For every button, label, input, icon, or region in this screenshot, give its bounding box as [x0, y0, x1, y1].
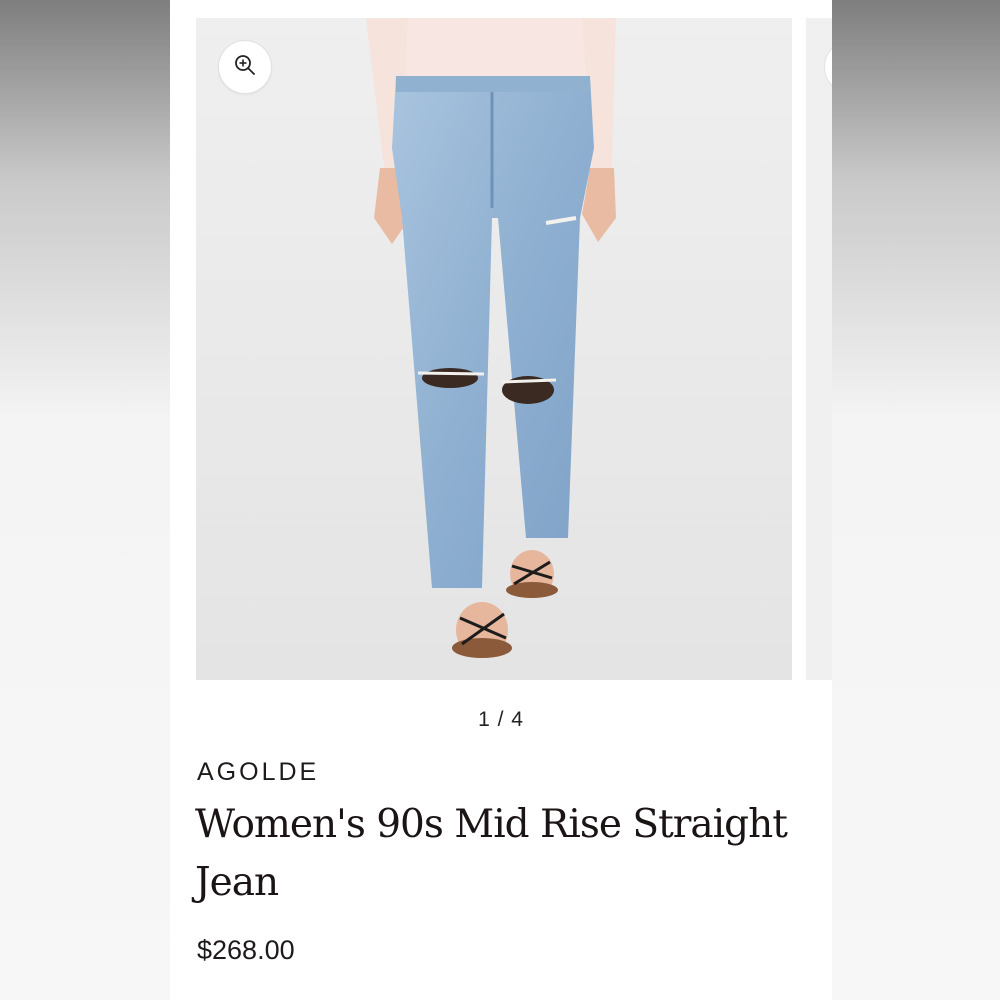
product-title: Women's 90s Mid Rise Straight Jean: [195, 802, 788, 905]
product-image[interactable]: [196, 18, 792, 680]
left-background: [0, 0, 170, 1000]
jeans-photo: [196, 18, 792, 680]
image-counter: 1 / 4: [478, 708, 524, 731]
zoom-button[interactable]: [218, 40, 272, 94]
product-card: 1 / 4 AGOLDE Women's 90s Mid Rise Straig…: [170, 0, 832, 1000]
product-price: $268.00: [197, 935, 295, 965]
next-product-image[interactable]: [806, 18, 832, 680]
brand-name[interactable]: AGOLDE: [197, 758, 319, 787]
zoom-in-icon: [234, 54, 256, 81]
next-zoom-button[interactable]: [824, 40, 832, 94]
right-background: [832, 0, 1000, 1000]
